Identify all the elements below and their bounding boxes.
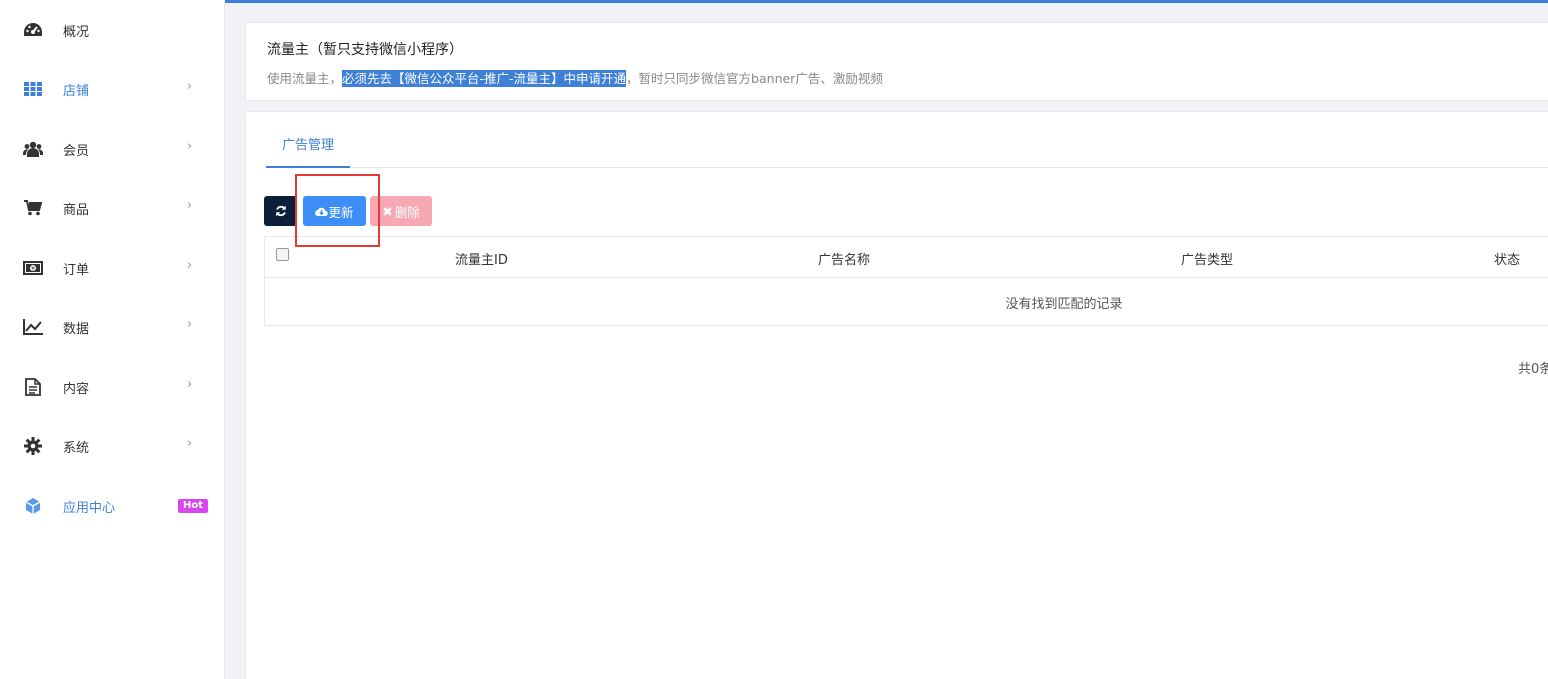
sidebar: 概况 店铺 › 会员 › 商品 › ¥ 订单 › 数据 › 内容 › 系统 › …	[0, 0, 225, 679]
column-header-ad-name: 广告名称	[818, 253, 871, 268]
refresh-button[interactable]	[264, 196, 297, 226]
sidebar-item-label: 会员	[63, 144, 90, 159]
table-header: 流量主ID 广告名称 广告类型 状态	[265, 237, 1548, 278]
chevron-right-icon: ›	[187, 377, 193, 392]
dashboard-icon	[22, 21, 44, 39]
sidebar-item-label: 应用中心	[63, 501, 116, 516]
sidebar-item-members[interactable]: 会员 ›	[0, 129, 225, 169]
chevron-right-icon: ›	[187, 317, 193, 332]
sidebar-item-overview[interactable]: 概况	[0, 10, 225, 50]
top-accent-bar	[0, 0, 1548, 3]
grid-icon	[22, 80, 44, 98]
sidebar-item-label: 概况	[63, 25, 90, 40]
column-header-ad-type: 广告类型	[1181, 253, 1234, 268]
cart-icon	[22, 199, 44, 217]
empty-message: 没有找到匹配的记录	[1005, 297, 1123, 312]
tab-bar: 广告管理	[266, 112, 1548, 168]
svg-text:¥: ¥	[31, 266, 35, 273]
notice-description: 使用流量主，必须先去【微信公众平台-推广-流量主】中申请开通，暂时只同步微信官方…	[267, 68, 883, 87]
select-all-checkbox[interactable]	[276, 248, 289, 261]
sidebar-item-products[interactable]: 商品 ›	[0, 188, 225, 228]
chevron-right-icon: ›	[187, 198, 193, 213]
sidebar-item-orders[interactable]: ¥ 订单 ›	[0, 248, 225, 288]
sidebar-item-data[interactable]: 数据 ›	[0, 307, 225, 347]
column-header-status: 状态	[1494, 253, 1521, 268]
money-icon: ¥	[22, 259, 44, 277]
notice-desc-prefix: 使用流量主，	[267, 71, 343, 86]
sidebar-item-app-center[interactable]: 应用中心 Hot	[0, 486, 225, 526]
refresh-icon	[275, 205, 286, 217]
close-icon: ✖	[382, 203, 393, 219]
chevron-right-icon: ›	[187, 436, 193, 451]
column-header-id: 流量主ID	[455, 253, 508, 268]
update-button-label: 更新	[328, 204, 354, 220]
cube-icon	[22, 497, 44, 515]
chevron-right-icon: ›	[187, 258, 193, 273]
document-icon	[22, 378, 44, 396]
sidebar-item-store[interactable]: 店铺 ›	[0, 69, 225, 109]
cloud-download-icon	[315, 207, 329, 216]
notice-desc-suffix: ，暂时只同步微信官方banner广告、激励视频	[626, 71, 883, 86]
notice-desc-highlight: 必须先去【微信公众平台-推广-流量主】中申请开通	[342, 70, 627, 87]
hot-badge: Hot	[178, 499, 209, 513]
tab-ad-management[interactable]: 广告管理	[266, 112, 350, 168]
sidebar-item-label: 店铺	[63, 84, 90, 99]
delete-button[interactable]: ✖ 删除	[370, 196, 432, 226]
total-count: 共0条	[1518, 362, 1548, 377]
notice-title: 流量主（暂只支持微信小程序）	[267, 42, 463, 58]
ad-table: 流量主ID 广告名称 广告类型 状态 没有找到匹配的记录	[264, 236, 1548, 326]
sidebar-item-label: 内容	[63, 382, 90, 397]
chevron-right-icon: ›	[187, 79, 193, 94]
ad-management-panel: 广告管理 更新 ✖ 删除 流量主ID 广告名称 广告类型 状态 没有找到匹配的记…	[245, 111, 1548, 679]
sidebar-item-content[interactable]: 内容 ›	[0, 367, 225, 407]
line-chart-icon	[22, 318, 44, 336]
sidebar-item-label: 商品	[63, 203, 90, 218]
sidebar-item-label: 数据	[63, 322, 90, 337]
delete-button-label: 删除	[394, 204, 420, 220]
sidebar-item-label: 订单	[63, 263, 90, 278]
notice-card: 流量主（暂只支持微信小程序） 使用流量主，必须先去【微信公众平台-推广-流量主】…	[245, 22, 1548, 101]
users-icon	[22, 140, 44, 158]
update-button[interactable]: 更新	[303, 196, 366, 226]
sidebar-item-label: 系统	[63, 441, 90, 456]
table-body: 没有找到匹配的记录	[265, 278, 1548, 325]
chevron-right-icon: ›	[187, 139, 193, 154]
sidebar-item-system[interactable]: 系统 ›	[0, 426, 225, 466]
gear-icon	[22, 437, 44, 455]
